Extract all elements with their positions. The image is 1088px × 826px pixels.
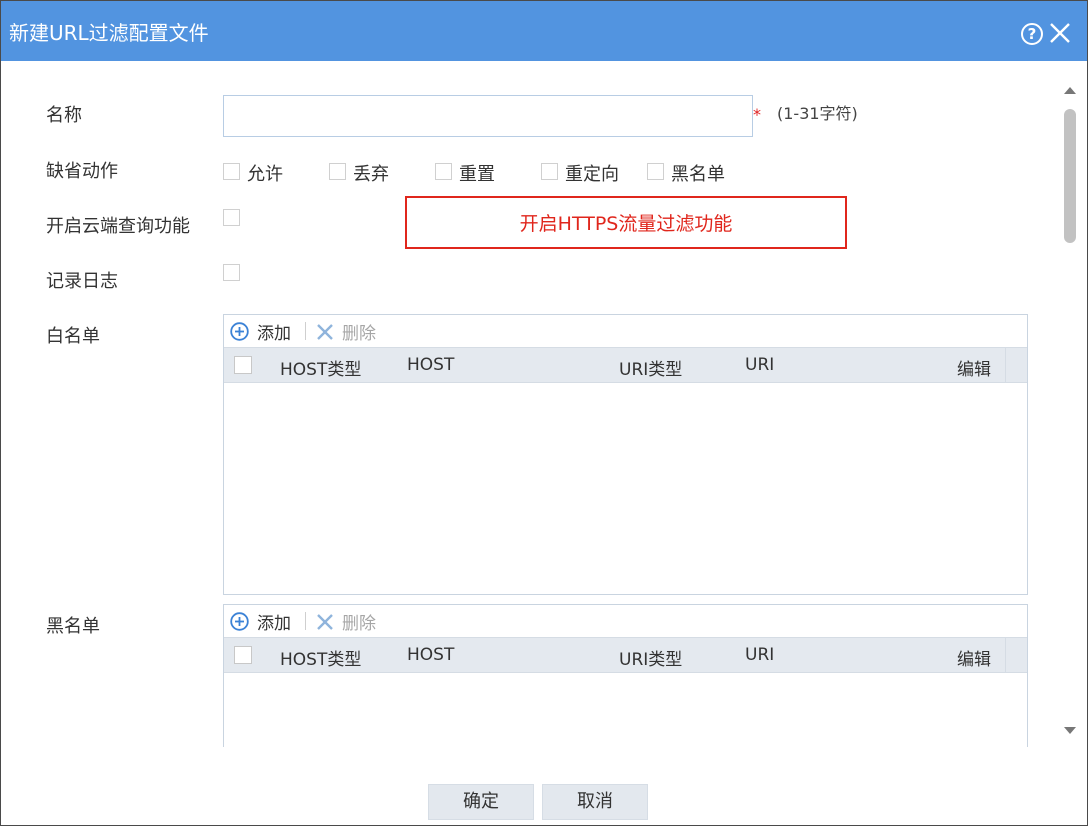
checkbox-allow-label: 允许 [247, 164, 283, 185]
log-label: 记录日志 [46, 271, 118, 292]
whitelist-select-all-checkbox[interactable] [234, 356, 252, 374]
form-scrollbar[interactable] [1059, 79, 1083, 747]
column-uri-type[interactable]: URI类型 [619, 645, 682, 670]
column-host-type[interactable]: HOST类型 [280, 355, 361, 380]
delete-label: 删除 [342, 614, 376, 634]
delete-icon [317, 614, 333, 630]
checkbox-drop-label: 丢弃 [353, 164, 389, 185]
column-host[interactable]: HOST [407, 645, 454, 665]
dialog-titlebar: 新建URL过滤配置文件 ? [1, 1, 1087, 61]
header-scroll-spacer [1005, 638, 1027, 672]
column-host-type[interactable]: HOST类型 [280, 645, 361, 670]
name-label: 名称 [46, 105, 82, 126]
help-icon[interactable]: ? [1021, 23, 1043, 45]
scroll-up-arrow-icon[interactable] [1064, 87, 1076, 94]
column-uri-type[interactable]: URI类型 [619, 355, 682, 380]
whitelist-grid: 添加 删除 HOST类型 HOST URI类型 URI 编辑 [223, 314, 1028, 595]
url-filter-dialog: 新建URL过滤配置文件 ? 名称 * (1-31字符) 缺省动作 允许 丢弃 重… [0, 0, 1088, 826]
whitelist-header: HOST类型 HOST URI类型 URI 编辑 [224, 347, 1027, 383]
blacklist-label: 黑名单 [46, 616, 100, 637]
blacklist-grid: 添加 删除 HOST类型 HOST URI类型 URI 编辑 [223, 604, 1028, 747]
checkbox-redirect-label: 重定向 [565, 164, 619, 185]
checkbox-reset[interactable] [435, 163, 452, 180]
cloud-query-checkbox[interactable] [223, 209, 240, 226]
add-label: 添加 [257, 324, 291, 344]
checkbox-allow[interactable] [223, 163, 240, 180]
name-input[interactable] [223, 95, 753, 137]
header-scroll-spacer [1005, 348, 1027, 382]
cancel-button[interactable]: 取消 [542, 784, 648, 820]
add-icon [230, 322, 249, 341]
required-mark: * [753, 105, 761, 124]
toolbar-separator [305, 612, 306, 630]
add-label: 添加 [257, 614, 291, 634]
column-uri[interactable]: URI [745, 645, 774, 665]
ok-button[interactable]: 确定 [428, 784, 534, 820]
close-icon[interactable] [1047, 19, 1073, 47]
checkbox-drop[interactable] [329, 163, 346, 180]
annotation-box: 开启HTTPS流量过滤功能 [405, 196, 847, 249]
blacklist-select-all-checkbox[interactable] [234, 646, 252, 664]
add-icon [230, 612, 249, 631]
delete-icon [317, 324, 333, 340]
column-edit: 编辑 [957, 650, 991, 670]
column-edit: 编辑 [957, 360, 991, 380]
default-action-label: 缺省动作 [46, 161, 118, 182]
checkbox-blacklist[interactable] [647, 163, 664, 180]
scroll-down-arrow-icon[interactable] [1064, 727, 1076, 734]
annotation-text: 开启HTTPS流量过滤功能 [519, 213, 733, 235]
scroll-thumb[interactable] [1064, 109, 1076, 243]
blacklist-header: HOST类型 HOST URI类型 URI 编辑 [224, 637, 1027, 673]
delete-label: 删除 [342, 324, 376, 344]
toolbar-separator [305, 322, 306, 340]
whitelist-toolbar: 添加 删除 [224, 315, 1027, 347]
checkbox-blacklist-label: 黑名单 [671, 164, 725, 185]
checkbox-redirect[interactable] [541, 163, 558, 180]
name-hint: (1-31字符) [777, 104, 858, 123]
whitelist-label: 白名单 [46, 326, 100, 347]
log-checkbox[interactable] [223, 264, 240, 281]
checkbox-reset-label: 重置 [459, 164, 495, 185]
cloud-query-label: 开启云端查询功能 [46, 216, 190, 237]
column-host[interactable]: HOST [407, 355, 454, 375]
blacklist-toolbar: 添加 删除 [224, 605, 1027, 637]
dialog-title: 新建URL过滤配置文件 [9, 21, 209, 45]
column-uri[interactable]: URI [745, 355, 774, 375]
